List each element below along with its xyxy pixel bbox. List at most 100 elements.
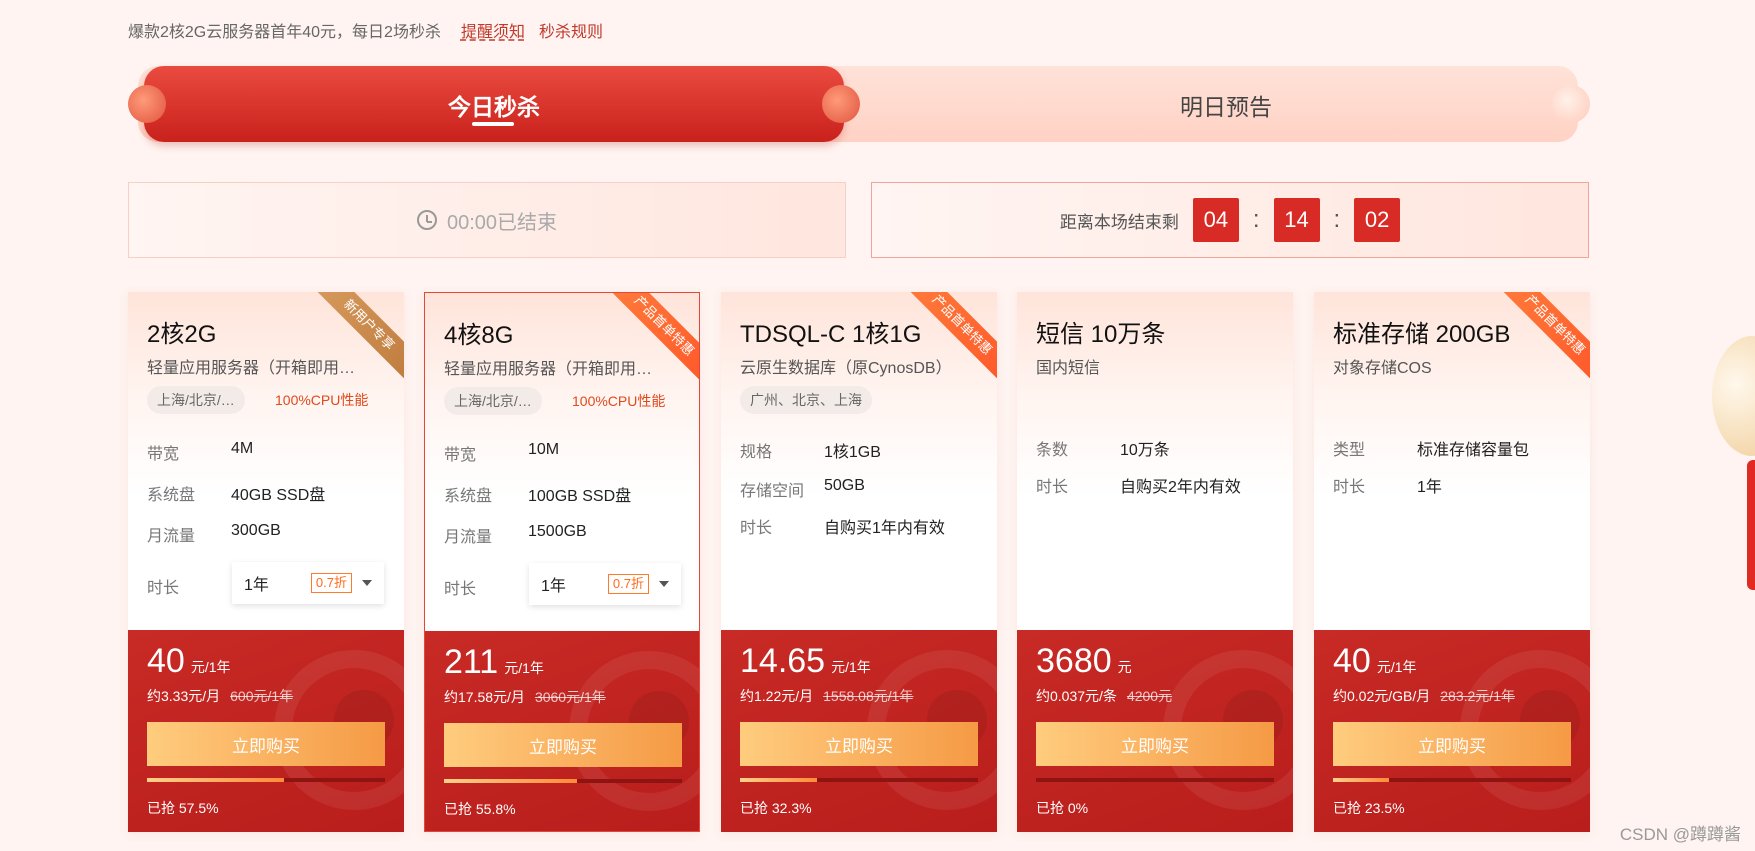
clock-icon: [416, 210, 437, 230]
spec-value: 1核1GB: [824, 444, 881, 461]
spec-key: 类型: [1333, 442, 1366, 459]
region-tag: 上海/北京/…: [444, 387, 542, 415]
buy-button[interactable]: 立即购买: [147, 722, 385, 766]
spec-row: 时长 自购买1年内有效: [740, 514, 945, 538]
spec-value: 300GB: [231, 522, 281, 539]
spec-value: 1500GB: [528, 523, 587, 540]
price-value: 40: [1333, 642, 1371, 680]
original-price: 600元/1年: [230, 688, 294, 704]
spec-key: 时长: [1036, 479, 1069, 496]
price: 40 元/1年: [147, 642, 231, 681]
side-tab[interactable]: [1747, 460, 1755, 590]
reminder-link[interactable]: 提醒须知: [461, 18, 525, 42]
product-cards: 新用户专享 2核2G 轻量应用服务器（开箱即用… 上海/北京/… 100%CPU…: [128, 292, 1590, 834]
product-card-4c8g[interactable]: 产品首单特惠 4核8G 轻量应用服务器（开箱即用… 上海/北京/… 100%CP…: [424, 292, 700, 832]
sold-percentage: 已抢 57.5%: [147, 800, 219, 816]
spec-row: 时长 1年: [1333, 473, 1442, 497]
countdown-box: 距离本场结束剩 04 : 14 : 02: [871, 182, 1589, 258]
sold-percentage: 已抢 0%: [1036, 800, 1089, 816]
buy-button[interactable]: 立即购买: [444, 723, 682, 767]
spec-key: 系统盘: [147, 487, 196, 504]
duration-value: 1年: [541, 578, 566, 595]
tab-tomorrow[interactable]: 明日预告: [1180, 88, 1272, 122]
price-detail: 约0.02元/GB/月 283.2元/1年: [1333, 686, 1515, 706]
price-detail: 约3.33元/月 600元/1年: [147, 686, 293, 706]
promo-text: 爆款2核2G云服务器首年40元，每日2场秒杀: [128, 24, 441, 41]
region-tag: 广州、北京、上海: [740, 386, 872, 414]
spec-key: 带宽: [147, 446, 180, 463]
region-tag: 上海/北京/…: [147, 386, 245, 414]
discount-badge: 0.7折: [310, 573, 352, 593]
rules-link[interactable]: 秒杀规则: [539, 18, 603, 42]
spec-value: 10M: [528, 441, 560, 458]
product-card-tdsql[interactable]: 产品首单特惠 TDSQL-C 1核1G 云原生数据库（原CynosDB） 广州、…: [721, 292, 997, 832]
buy-button[interactable]: 立即购买: [1333, 722, 1571, 766]
cpu-tag: 100%CPU性能: [572, 393, 666, 409]
product-name: 短信 10万条: [1036, 321, 1166, 348]
countdown-minutes: 14: [1273, 198, 1320, 242]
session-tabs: 今日秒杀 明日预告: [128, 66, 1590, 142]
price-panel: 211 元/1年 约17.58元/月 3060元/1年 立即购买 已抢 55.8%: [425, 631, 699, 831]
sold-percentage: 已抢 23.5%: [1333, 800, 1405, 816]
price-per-month: 约1.22元/月: [740, 688, 814, 704]
countdown-colon: :: [1252, 206, 1260, 233]
spec-key: 月流量: [147, 528, 196, 545]
duration-label: 时长: [444, 581, 477, 598]
sold-progress-bar: [740, 778, 978, 782]
cpu-tag: 100%CPU性能: [275, 392, 369, 408]
spec-row: 条数 10万条: [1036, 436, 1170, 460]
spec-key: 系统盘: [444, 488, 493, 505]
product-desc: 轻量应用服务器（开箱即用…: [147, 360, 356, 377]
tab-active-indicator: [472, 122, 514, 126]
countdown-hours: 04: [1192, 198, 1239, 242]
duration-value: 1年: [244, 577, 269, 594]
price-unit: 元/1年: [1376, 659, 1417, 675]
duration-select[interactable]: 1年 0.7折: [529, 563, 681, 605]
sold-progress-fill: [740, 778, 817, 782]
price-detail: 约17.58元/月 3060元/1年: [444, 687, 606, 707]
price-panel: 40 元/1年 约3.33元/月 600元/1年 立即购买 已抢 57.5%: [128, 630, 404, 832]
spec-row: 系统盘 100GB SSD盘: [444, 482, 631, 506]
price-value: 40: [147, 642, 185, 680]
sold-progress-bar: [1036, 778, 1274, 782]
spec-key: 时长: [1333, 479, 1366, 496]
promo-bar: 爆款2核2G云服务器首年40元，每日2场秒杀 提醒须知 秒杀规则: [128, 18, 603, 42]
product-card-sms[interactable]: 短信 10万条 国内短信 条数 10万条 时长 自购买2年内有效 3680 元 约0.…: [1017, 292, 1293, 832]
spec-key: 规格: [740, 444, 773, 461]
price-value: 3680: [1036, 642, 1112, 680]
floating-widget[interactable]: [1712, 336, 1755, 456]
price-unit: 元/1年: [831, 659, 871, 675]
buy-button[interactable]: 立即购买: [740, 722, 978, 766]
price: 211 元/1年: [444, 643, 544, 682]
watermark: CSDN @蹲蹲酱: [1619, 825, 1741, 844]
price: 14.65 元/1年: [740, 642, 871, 681]
spec-row: 规格 1核1GB: [740, 438, 881, 462]
price-detail: 约0.037元/条 4200元: [1036, 686, 1172, 706]
spec-value: 1年: [1417, 479, 1442, 496]
product-name: 2核2G: [147, 321, 217, 348]
product-name: TDSQL-C 1核1G: [740, 321, 922, 348]
product-desc: 对象存储COS: [1333, 360, 1432, 377]
spec-key: 时长: [740, 520, 773, 537]
spec-value: 标准存储容量包: [1417, 442, 1530, 459]
buy-button[interactable]: 立即购买: [1036, 722, 1274, 766]
spec-value: 自购买2年内有效: [1120, 479, 1241, 496]
ended-session-text: 00:00已结束: [446, 211, 558, 234]
tab-today-label[interactable]: 今日秒杀: [448, 88, 540, 122]
spec-row: 带宽 4M: [147, 440, 253, 464]
spec-key: 存储空间: [740, 483, 805, 500]
original-price: 283.2元/1年: [1440, 688, 1515, 704]
sold-progress-bar: [444, 779, 682, 783]
product-card-2c2g[interactable]: 新用户专享 2核2G 轻量应用服务器（开箱即用… 上海/北京/… 100%CPU…: [128, 292, 404, 832]
product-card-cos[interactable]: 产品首单特惠 标准存储 200GB 对象存储COS 类型 标准存储容量包 时长 1年…: [1314, 292, 1590, 832]
spec-value: 100GB SSD盘: [528, 488, 632, 505]
product-desc: 国内短信: [1036, 360, 1101, 377]
duration-select[interactable]: 1年 0.7折: [232, 562, 384, 604]
price-value: 211: [444, 643, 499, 681]
tab-knob-middle: [822, 85, 860, 123]
caret-down-icon: [362, 580, 372, 586]
price-unit: 元/1年: [190, 659, 231, 675]
spec-value: 50GB: [824, 477, 865, 494]
spec-row: 带宽 10M: [444, 441, 559, 465]
caret-down-icon: [659, 581, 669, 587]
